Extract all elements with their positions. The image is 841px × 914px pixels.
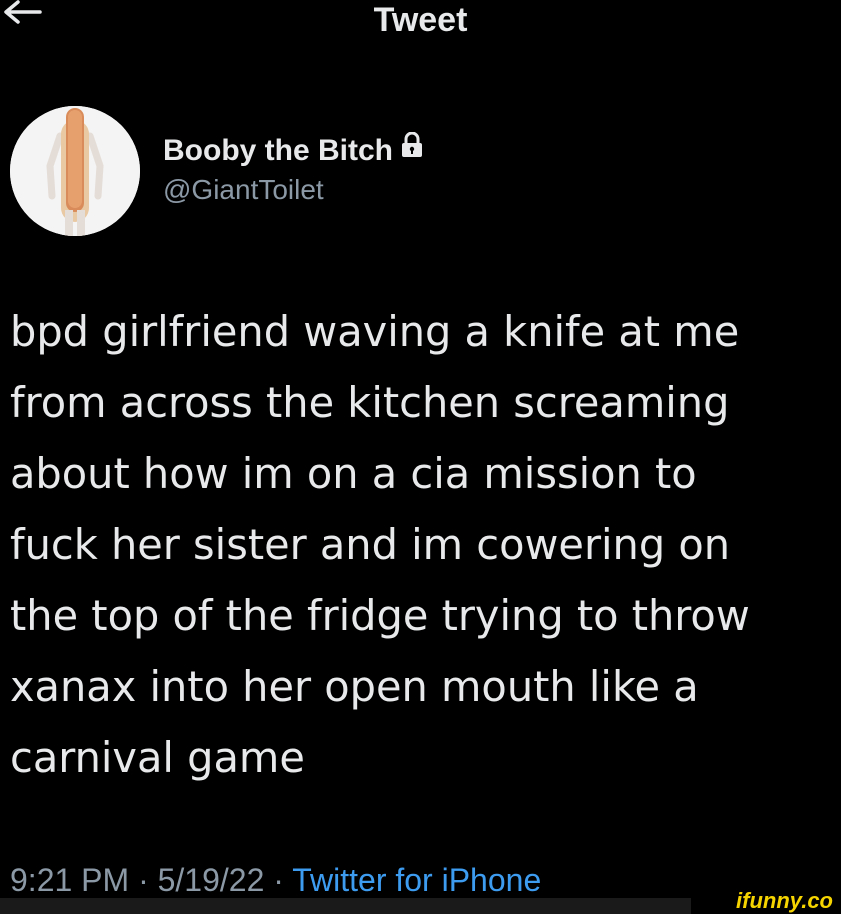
watermark: ifunny.co	[691, 888, 841, 914]
lock-icon	[401, 130, 423, 168]
tweet-author: Booby the Bitch @GiantToilet	[10, 106, 830, 236]
watermark-logo: ifunny.co	[736, 888, 833, 913]
page-title: Tweet	[373, 1, 468, 39]
top-bar: Tweet	[0, 0, 841, 60]
hot-dog-costume-avatar	[10, 106, 140, 236]
tweet-time[interactable]: 9:21 PM	[10, 862, 129, 898]
author-names: Booby the Bitch @GiantToilet	[163, 130, 423, 208]
avatar[interactable]	[10, 106, 140, 236]
tweet-date[interactable]: 5/19/22	[158, 862, 265, 898]
user-handle[interactable]: @GiantToilet	[163, 172, 423, 208]
display-name-row[interactable]: Booby the Bitch	[163, 130, 423, 170]
watermark-strip	[0, 898, 700, 914]
tweet-text: bpd girlfriend waving a knife at me from…	[10, 307, 750, 782]
meta-separator: ·	[138, 862, 149, 898]
tweet-source-link[interactable]: Twitter for iPhone	[292, 862, 541, 898]
meta-separator: ·	[273, 862, 284, 898]
tweet-meta: 9:21 PM · 5/19/22 · Twitter for iPhone	[10, 858, 541, 902]
display-name: Booby the Bitch	[163, 134, 393, 167]
